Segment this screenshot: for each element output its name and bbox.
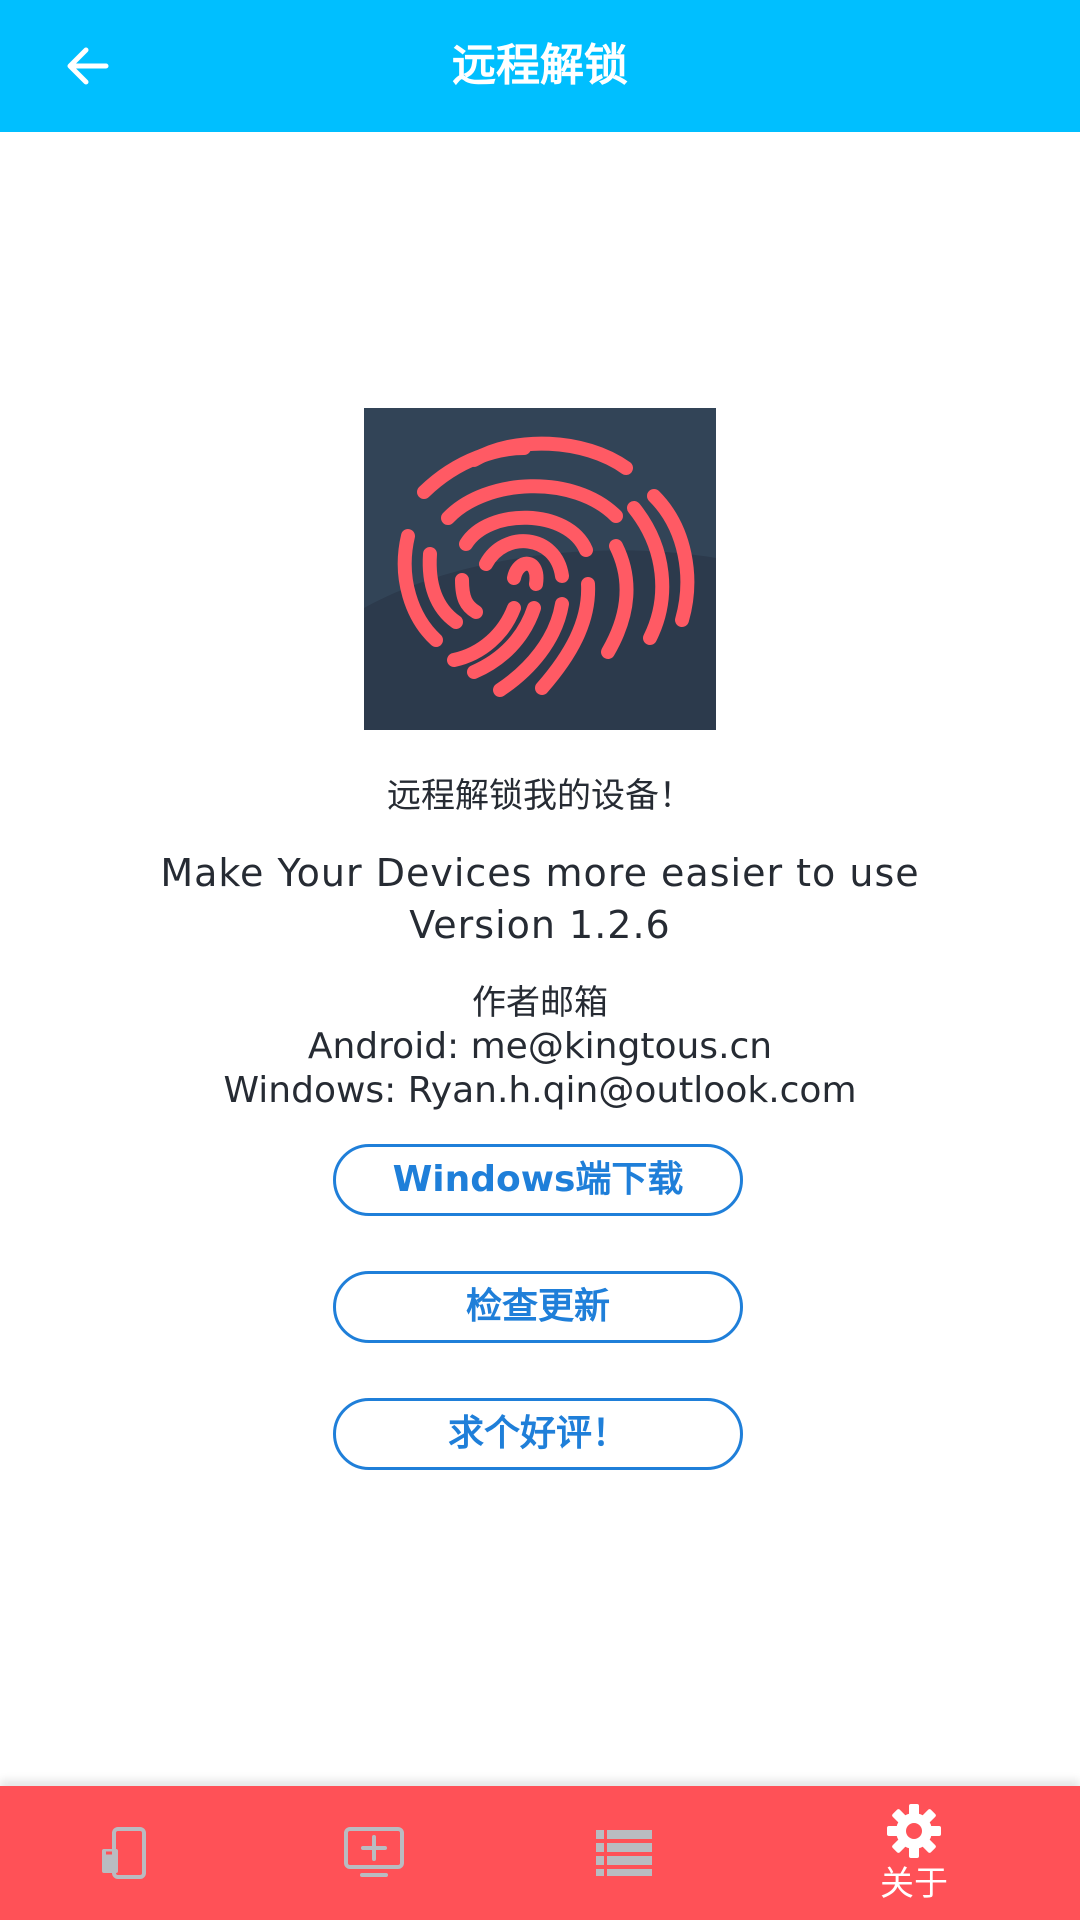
slogan: Make Your Devices more easier to use (160, 851, 920, 895)
author-email-heading: 作者邮箱 (472, 983, 608, 1023)
arrow-left-icon (67, 47, 109, 85)
version-label: Version 1.2.6 (409, 903, 671, 947)
bottom-navigation: 关于 (0, 1786, 1080, 1920)
nav-item-add-device[interactable] (264, 1786, 484, 1920)
gear-icon (887, 1804, 941, 1858)
nav-item-devices[interactable] (18, 1786, 238, 1920)
fingerprint-icon (364, 408, 716, 730)
phone-devices-icon (102, 1827, 146, 1879)
review-button[interactable]: 求个好评！ (333, 1398, 743, 1470)
check-update-button[interactable]: 检查更新 (333, 1271, 743, 1343)
tagline: 远程解锁我的设备！ (387, 776, 693, 816)
windows-contact: Windows: Ryan.h.qin@outlook.com (223, 1070, 857, 1111)
windows-download-button[interactable]: Windows端下载 (333, 1144, 743, 1216)
add-screen-icon (344, 1827, 404, 1877)
nav-about-label: 关于 (880, 1864, 948, 1904)
back-button[interactable] (44, 22, 132, 110)
about-screen: 远程解锁 远程解锁我的设备！ Make Your Devices more ea… (0, 0, 1080, 1920)
app-bar: 远程解锁 (0, 0, 1080, 132)
android-contact: Android: me@kingtous.cn (307, 1026, 773, 1067)
nav-item-list[interactable] (514, 1786, 734, 1920)
nav-item-about[interactable]: 关于 (804, 1786, 1024, 1920)
page-title: 远程解锁 (452, 40, 628, 91)
list-icon (596, 1830, 652, 1876)
